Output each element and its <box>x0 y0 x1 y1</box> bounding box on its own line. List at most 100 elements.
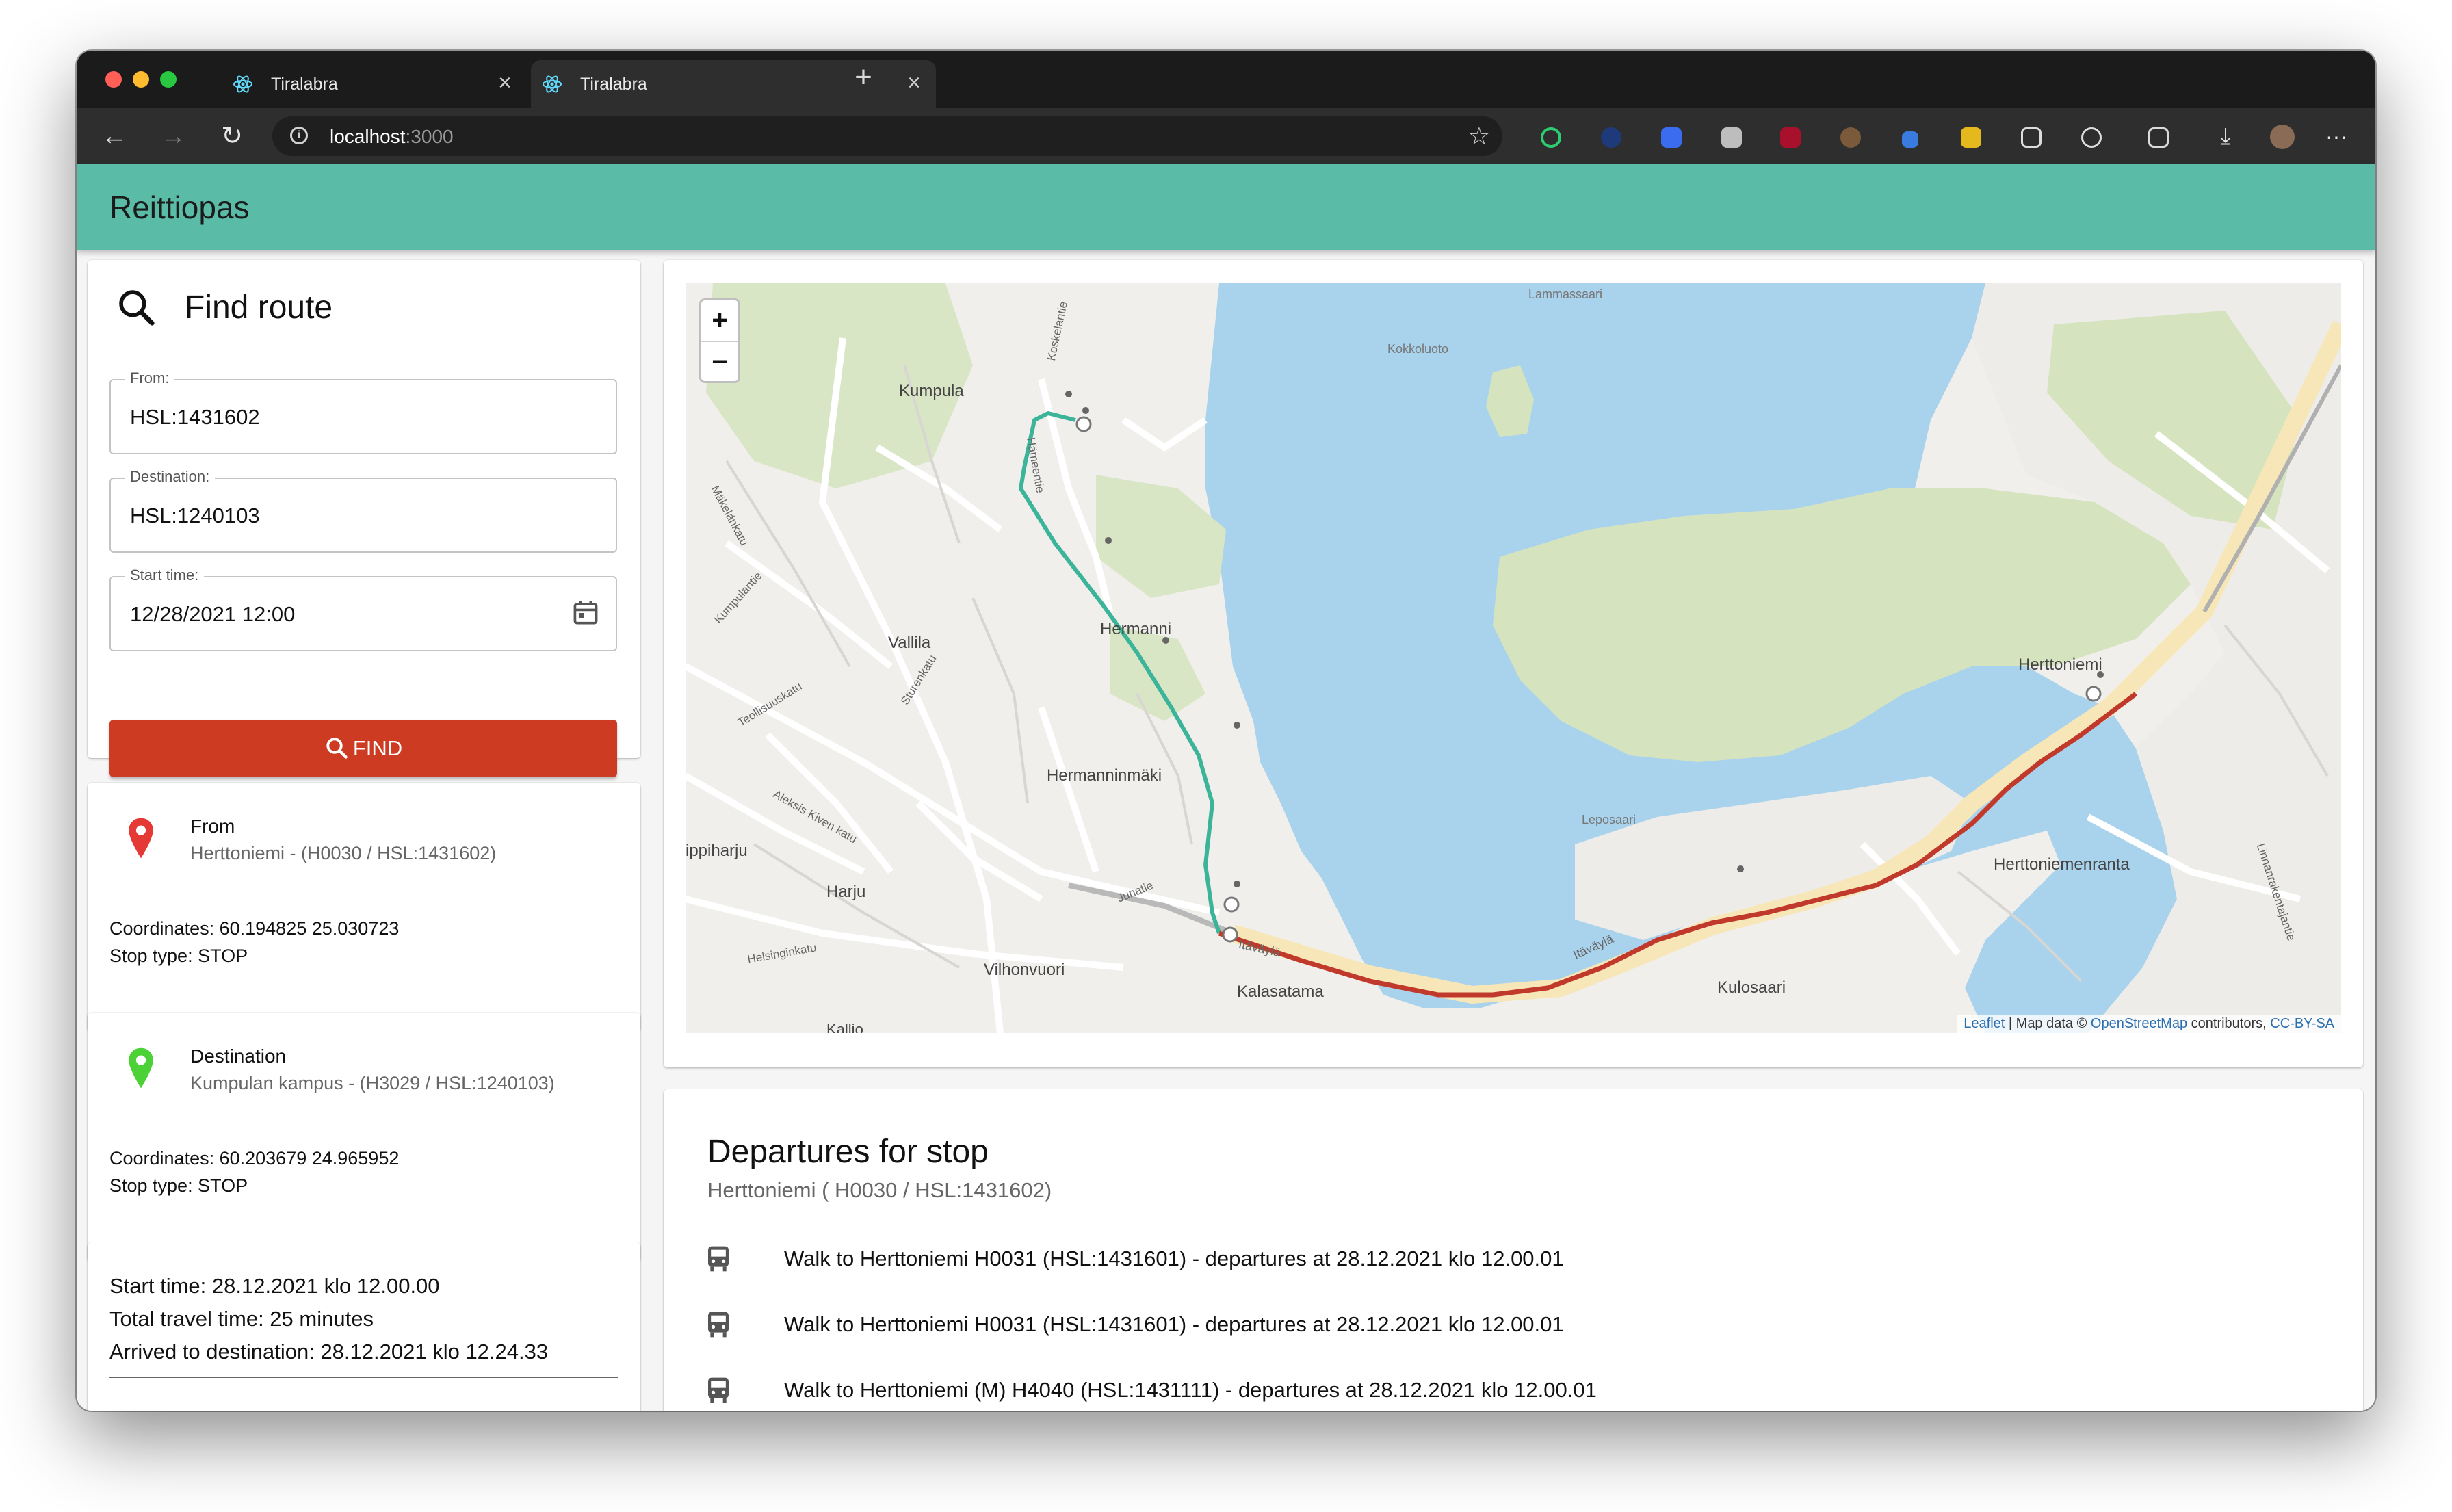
map-label: Kulosaari <box>1717 978 1786 997</box>
from-label: From: <box>125 369 175 387</box>
minimize-window-button[interactable] <box>133 71 149 88</box>
extension-icon[interactable] <box>1601 127 1621 148</box>
search-icon <box>119 290 155 326</box>
close-icon[interactable]: × <box>498 70 512 96</box>
extension-icon[interactable] <box>1902 131 1918 148</box>
departure-text: Walk to Herttoniemi (M) H4040 (HSL:14311… <box>784 1378 1597 1402</box>
find-button-label: FIND <box>352 736 403 760</box>
destination-field[interactable]: Destination: HSL:1240103 <box>109 468 617 553</box>
tab-tiralabra-1[interactable]: Tiralabra × <box>208 60 527 108</box>
map-label: Vilhonvuori <box>984 961 1065 979</box>
license-link[interactable]: CC-BY-SA <box>2270 1016 2334 1031</box>
zoom-in-button[interactable]: + <box>701 300 738 342</box>
trip-summary-card: Start time: 28.12.2021 klo 12.00.00 Tota… <box>88 1242 640 1411</box>
map-label: Kokkoluoto <box>1387 342 1449 356</box>
start-time-value[interactable]: 12/28/2021 12:00 <box>130 602 295 627</box>
search-icon <box>326 738 348 759</box>
from-subtitle: Herttoniemi - (H0030 / HSL:1431602) <box>190 843 497 863</box>
downloads-icon[interactable]: ⤓ <box>2208 119 2243 153</box>
leaflet-link[interactable]: Leaflet <box>1964 1016 2005 1031</box>
favorite-star-icon[interactable]: ☆ <box>1468 122 1490 151</box>
map-label: Kumpula <box>899 382 964 400</box>
from-value[interactable]: HSL:1431602 <box>130 405 260 430</box>
site-info-icon[interactable]: i <box>290 127 308 144</box>
departures-subtitle: Herttoniemi ( H0030 / HSL:1431602) <box>707 1178 1052 1202</box>
close-icon[interactable]: × <box>907 70 921 96</box>
departure-text: Walk to Herttoniemi H0031 (HSL:1431601) … <box>784 1312 1564 1336</box>
new-tab-button[interactable]: + <box>843 60 884 94</box>
close-window-button[interactable] <box>105 71 122 88</box>
departure-text: Walk to Herttoniemi H0031 (HSL:1431601) … <box>784 1247 1564 1270</box>
map-label: Kalasatama <box>1237 982 1324 1001</box>
start-time-field[interactable]: Start time: 12/28/2021 12:00 <box>109 566 617 651</box>
departures-title: Departures for stop <box>707 1134 989 1170</box>
departures-card: Departures for stop Herttoniemi ( H0030 … <box>664 1089 2363 1411</box>
find-route-card: Find route From: HSL:1431602 Destination… <box>88 260 640 777</box>
back-button[interactable]: ← <box>97 119 131 153</box>
extension-icon[interactable] <box>1961 127 1981 148</box>
collections-icon[interactable] <box>2148 127 2169 148</box>
react-icon <box>233 75 252 93</box>
map-label: Hermanninmäki <box>1047 766 1162 785</box>
bus-icon <box>708 1246 729 1272</box>
from-stop-type: Stop type: STOP <box>109 946 248 966</box>
reload-button[interactable]: ↻ <box>215 119 249 153</box>
avatar[interactable] <box>2270 125 2295 149</box>
address-bar[interactable]: i localhost:3000 ☆ <box>272 116 1502 156</box>
app-bar: Reittiopas <box>77 164 2375 250</box>
destination-stop-type: Stop type: STOP <box>109 1175 248 1196</box>
map-label: Harju <box>826 883 866 901</box>
zoom-out-button[interactable]: − <box>701 342 738 382</box>
browser-window: Tiralabra × Tiralabra × + ← → ↻ i localh… <box>77 51 2375 1411</box>
from-field[interactable]: From: HSL:1431602 <box>109 369 617 454</box>
from-coordinates: Coordinates: 60.194825 25.030723 <box>109 918 400 939</box>
bus-icon <box>708 1312 729 1338</box>
url-text: localhost:3000 <box>330 126 454 147</box>
zoom-control: + − <box>699 298 740 383</box>
total-travel-time-text: Total travel time: 25 minutes <box>109 1307 374 1331</box>
more-menu-icon[interactable]: ··· <box>2319 119 2353 153</box>
map-label: Hermanni <box>1100 620 1172 638</box>
extension-icon[interactable] <box>1721 127 1742 148</box>
ublock-icon[interactable] <box>1780 127 1801 148</box>
tab-strip: Tiralabra × Tiralabra × + <box>77 51 2375 108</box>
map-card: Lammassaari Kokkoluoto Kumpula Vallila H… <box>664 260 2363 1067</box>
map-label: Herttoniemi <box>2018 655 2102 674</box>
map-label: Vallila <box>888 634 931 652</box>
calendar-icon[interactable] <box>571 598 601 628</box>
extensions-icon[interactable] <box>2081 127 2102 148</box>
extension-icon[interactable] <box>1541 127 1561 148</box>
tab-label: Tiralabra <box>580 75 647 94</box>
from-stop-card: From Herttoniemi - (H0030 / HSL:1431602)… <box>88 783 640 1032</box>
destination-value[interactable]: HSL:1240103 <box>130 504 260 528</box>
split-screen-icon[interactable] <box>2021 127 2042 148</box>
destination-title: Destination <box>190 1045 287 1067</box>
extension-icon[interactable] <box>1661 127 1682 148</box>
bus-icon <box>708 1377 729 1403</box>
destination-label: Destination: <box>125 468 216 486</box>
from-title: From <box>190 816 235 837</box>
map-label: Leposaari <box>1582 813 1636 826</box>
map-label: Herttoniemenranta <box>1994 855 2130 874</box>
maximize-window-button[interactable] <box>160 71 177 88</box>
map-label: Kallio <box>826 1021 863 1033</box>
route-map[interactable]: Lammassaari Kokkoluoto Kumpula Vallila H… <box>686 283 2341 1033</box>
map-label: ippiharju <box>686 842 748 860</box>
react-icon <box>543 75 562 93</box>
osm-link[interactable]: OpenStreetMap <box>2091 1016 2187 1031</box>
map-label: Lammassaari <box>1528 287 1603 301</box>
map-attribution: Leaflet | Map data © OpenStreetMap contr… <box>1957 1015 2341 1033</box>
forward-button[interactable]: → <box>156 119 190 153</box>
extension-icon[interactable] <box>1840 127 1861 148</box>
destination-coordinates: Coordinates: 60.203679 24.965952 <box>109 1148 400 1169</box>
start-time-text: Start time: 28.12.2021 klo 12.00.00 <box>109 1274 440 1298</box>
arrival-time-text: Arrived to destination: 28.12.2021 klo 1… <box>109 1340 549 1364</box>
location-pin-icon <box>129 1047 153 1089</box>
browser-toolbar: ← → ↻ i localhost:3000 ☆ ⤓ ··· <box>77 108 2375 166</box>
divider <box>109 1377 618 1378</box>
start-time-label: Start time: <box>125 566 205 584</box>
page-title: Find route <box>185 289 333 326</box>
app-title: Reittiopas <box>109 190 250 225</box>
location-pin-icon <box>129 818 153 859</box>
find-button[interactable]: FIND <box>109 720 617 777</box>
